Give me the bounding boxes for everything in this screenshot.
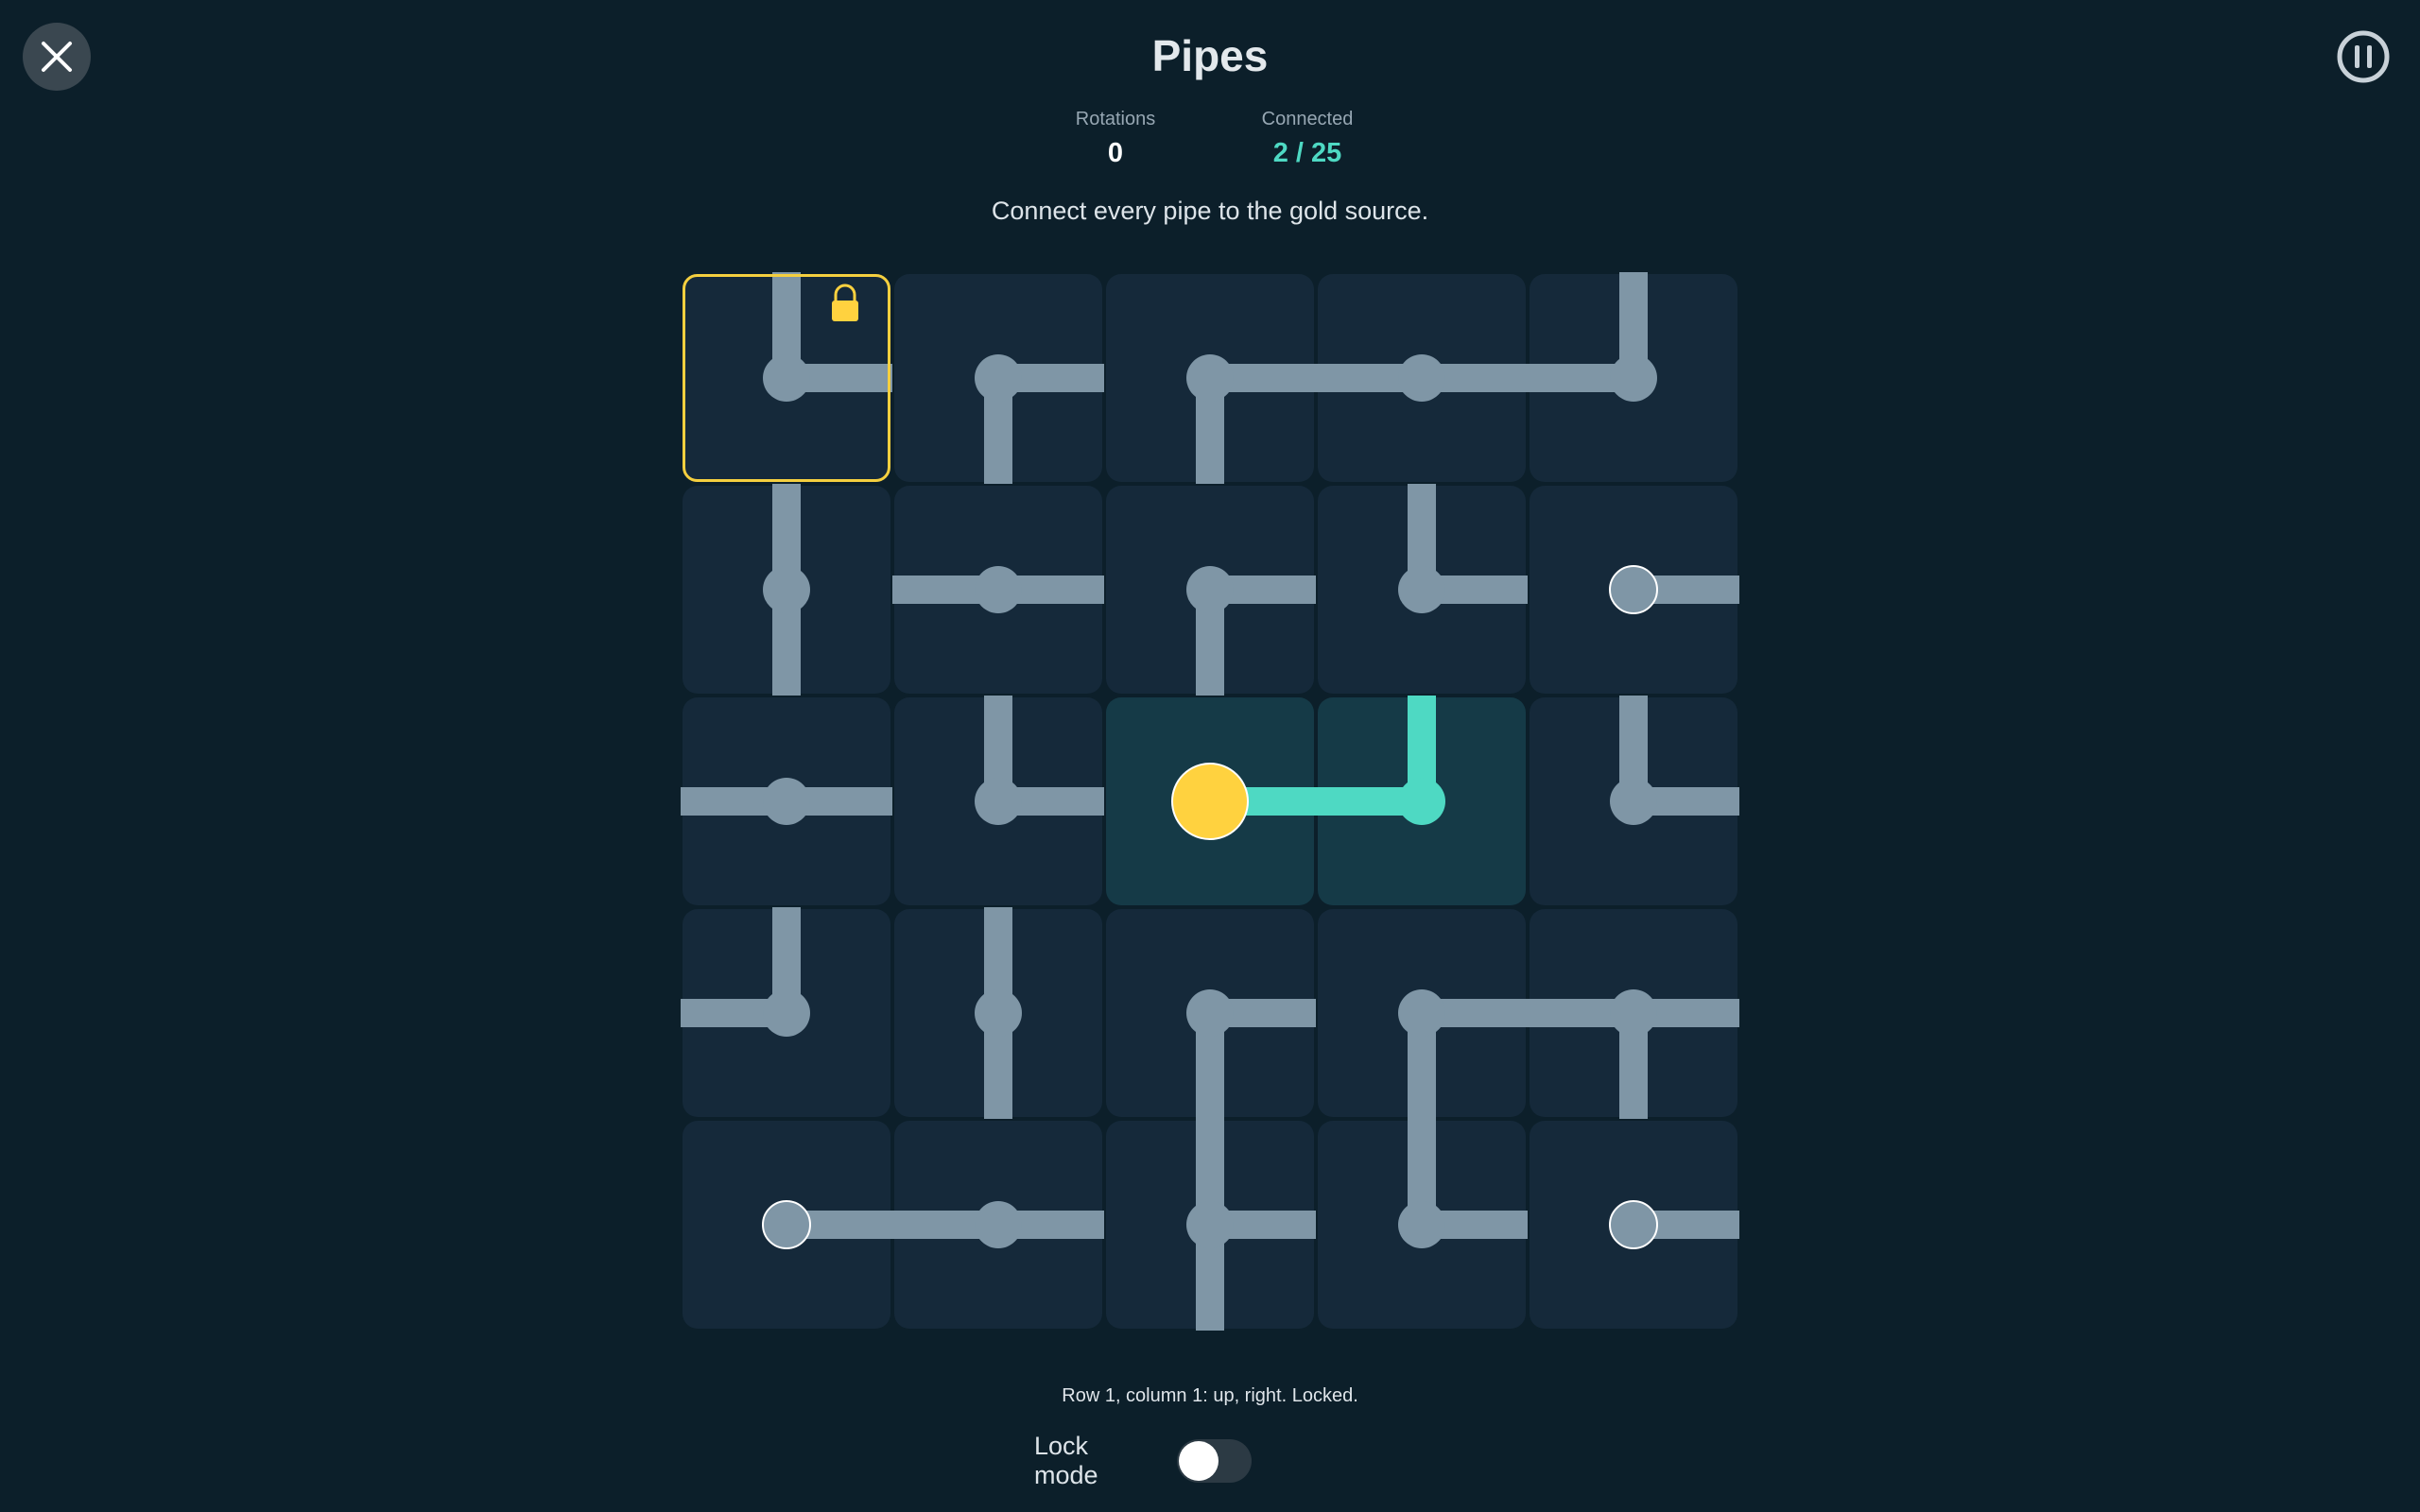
pipe-tile[interactable] — [1528, 909, 1739, 1119]
pipe-tile[interactable] — [1318, 484, 1528, 694]
pipe-joint — [975, 778, 1022, 825]
pipe-joint — [1398, 566, 1445, 613]
pipe-tile[interactable] — [1528, 272, 1737, 482]
stats-panel: Rotations 0 Connected 2 / 25 — [1021, 109, 1399, 184]
rotations-stat: Rotations 0 — [1021, 109, 1210, 169]
pipe-tile[interactable] — [1530, 696, 1739, 905]
pipe-joint — [763, 354, 810, 402]
pipe-tile[interactable] — [1106, 909, 1316, 1119]
pipe-joint — [763, 989, 810, 1037]
pipe-tile[interactable] — [681, 697, 892, 905]
pipe-tile[interactable] — [683, 484, 890, 696]
pipe-joint — [975, 989, 1022, 1037]
rotations-value: 0 — [1107, 138, 1124, 168]
pipe-tile[interactable] — [681, 907, 890, 1117]
pipe-joint — [1398, 1201, 1445, 1248]
pipe-tile[interactable] — [1106, 274, 1316, 484]
pipe-joint — [1398, 778, 1445, 825]
instructions-text: Connect every pipe to the gold source. — [991, 197, 1429, 225]
pipe-tile[interactable] — [1316, 696, 1526, 905]
pipe-tile[interactable] — [683, 1121, 892, 1329]
page-title: Pipes — [1151, 31, 1269, 80]
pipe-tile[interactable] — [894, 274, 1104, 484]
pipe-joint — [975, 354, 1022, 402]
lock-body — [832, 301, 858, 321]
pipe-joint — [763, 778, 810, 825]
pipe-tile[interactable] — [1318, 909, 1528, 1119]
pipe-tile[interactable] — [892, 1121, 1104, 1329]
connected-stat: Connected 2 / 25 — [1213, 109, 1402, 169]
pipe-joint — [975, 1201, 1022, 1248]
pipe-tile[interactable] — [1106, 697, 1316, 905]
endpoint-node — [762, 1200, 811, 1249]
connected-label: Connected — [1261, 109, 1354, 129]
rotations-label: Rotations — [1075, 109, 1156, 129]
top-bar: Pipes — [0, 0, 2420, 113]
status-line: Row 1, column 1: up, right. Locked. — [1062, 1385, 1358, 1406]
lock-mode-toggle[interactable] — [1176, 1439, 1252, 1483]
pipe-joint — [1610, 989, 1657, 1037]
pipe-tile[interactable] — [1318, 1119, 1528, 1329]
pause-icon — [2337, 30, 2390, 83]
pipe-tile[interactable] — [1106, 486, 1316, 696]
pipe-tile[interactable] — [1106, 1119, 1316, 1331]
connected-value: 2 / 25 — [1272, 138, 1342, 168]
pipe-board — [681, 272, 1739, 1331]
pipe-tile[interactable] — [683, 272, 892, 482]
pipe-joint — [1186, 989, 1234, 1037]
pipe-joint — [1610, 354, 1657, 402]
endpoint-node — [1609, 1200, 1658, 1249]
pause-button[interactable] — [2335, 28, 2392, 85]
pipe-tile[interactable] — [892, 486, 1104, 694]
pipe-joint — [1186, 566, 1234, 613]
pipe-joint — [1398, 989, 1445, 1037]
pipe-joint — [1610, 778, 1657, 825]
pipe-joint — [1186, 1201, 1234, 1248]
pipe-joint — [1186, 354, 1234, 402]
lock-mode-label: Lock mode — [1034, 1432, 1098, 1489]
pipe-grid — [681, 272, 1739, 1331]
pipe-joint — [1398, 354, 1445, 402]
pipe-joint — [975, 566, 1022, 613]
pipe-tile[interactable] — [1530, 1121, 1739, 1329]
pipe-tile[interactable] — [894, 696, 1104, 905]
pipe-joint — [763, 566, 810, 613]
pipe-tile[interactable] — [894, 907, 1102, 1119]
endpoint-node — [1609, 565, 1658, 614]
lock-mode-control: Lock mode — [1034, 1432, 1252, 1489]
pipe-tile[interactable] — [1530, 486, 1739, 694]
pipe-tile[interactable] — [1316, 274, 1528, 482]
toggle-knob — [1178, 1441, 1219, 1481]
source-node — [1171, 763, 1249, 840]
